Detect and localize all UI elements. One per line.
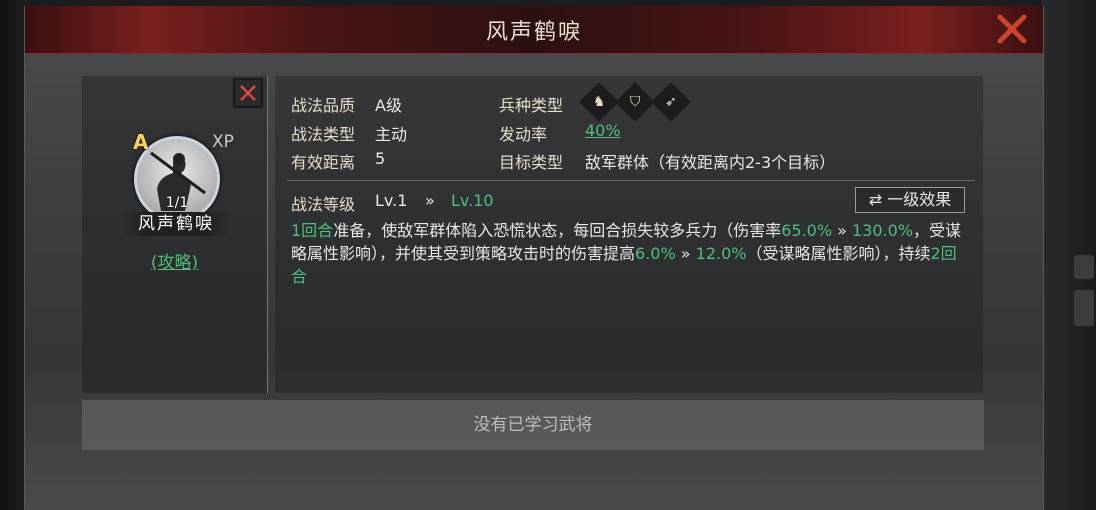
skill-count: 1/1 <box>165 195 189 211</box>
desc-damage-to: 130.0% <box>852 221 914 240</box>
learned-generals-bar: 没有已学习武将 <box>82 400 984 450</box>
troop-icons: ♞ ⛉ ➶ <box>579 82 691 122</box>
skill-grade: A <box>133 130 149 154</box>
desc-bonus-to: 12.0% <box>695 244 747 263</box>
target-type-label: 目标类型 <box>499 153 564 172</box>
title-bar: 风声鹤唳 <box>25 6 1043 54</box>
background-right <box>1042 0 1096 510</box>
effect-toggle-button[interactable]: ⇄ 一级效果 <box>855 187 965 213</box>
effect-button-label: 一级效果 <box>887 190 952 209</box>
troop-type-label: 兵种类型 <box>499 96 564 115</box>
skill-detail-dialog: 风声鹤唳 A XP 1/1 风声鹤唳 (攻略) 战法品质 A级 战法类型 主动 … <box>24 6 1044 510</box>
skill-info-panel: 战法品质 A级 战法类型 主动 有效距离 5 兵种类型 ♞ ⛉ ➶ 发动率 40… <box>275 76 983 393</box>
level-to: Lv.10 <box>451 191 494 210</box>
close-icon <box>240 85 256 101</box>
close-icon <box>997 14 1027 44</box>
trigger-rate-label: 发动率 <box>499 125 548 144</box>
divider <box>287 180 975 181</box>
swap-icon: ⇄ <box>868 190 883 209</box>
level-arrow: » <box>425 191 435 210</box>
quality-label: 战法品质 <box>291 96 356 115</box>
background-left <box>0 0 24 510</box>
archer-icon: ➶ <box>651 82 691 122</box>
skill-name: 风声鹤唳 <box>122 212 230 236</box>
trigger-rate-value[interactable]: 40% <box>585 121 621 140</box>
cavalry-icon: ♞ <box>579 82 619 122</box>
xp-label: XP <box>212 132 234 152</box>
range-label: 有效距离 <box>291 153 356 172</box>
side-tab <box>1074 290 1094 326</box>
range-value: 5 <box>375 149 386 168</box>
desc-text: （受谋略属性影响），持续 <box>746 244 931 263</box>
side-tab <box>1074 255 1094 279</box>
target-type-value: 敌军群体（有效距离内2-3个目标） <box>585 153 836 172</box>
dialog-title: 风声鹤唳 <box>485 20 582 45</box>
skill-card-panel: A XP 1/1 风声鹤唳 (攻略) <box>82 76 268 393</box>
desc-prep-turns: 1回合 <box>291 221 334 240</box>
desc-damage-from: 65.0% <box>781 221 833 240</box>
quality-value: A级 <box>375 96 402 115</box>
desc-arrow: » <box>675 244 696 263</box>
level-from: Lv.1 <box>375 191 408 210</box>
shield-icon: ⛉ <box>615 82 655 122</box>
type-value: 主动 <box>375 125 408 144</box>
desc-arrow: » <box>832 221 852 240</box>
desc-bonus-from: 6.0% <box>635 244 676 263</box>
remove-skill-button[interactable] <box>233 78 263 108</box>
close-button[interactable] <box>995 12 1029 46</box>
desc-text: 准备，使敌军群体陷入恐慌状态，每回合损失较多兵力（伤害率 <box>333 221 782 240</box>
type-label: 战法类型 <box>291 125 356 144</box>
skill-level-label: 战法等级 <box>291 195 356 214</box>
guide-link[interactable]: (攻略) <box>82 248 267 273</box>
skill-description: 1回合准备，使敌军群体陷入恐慌状态，每回合损失较多兵力（伤害率65.0% » 1… <box>291 219 971 288</box>
